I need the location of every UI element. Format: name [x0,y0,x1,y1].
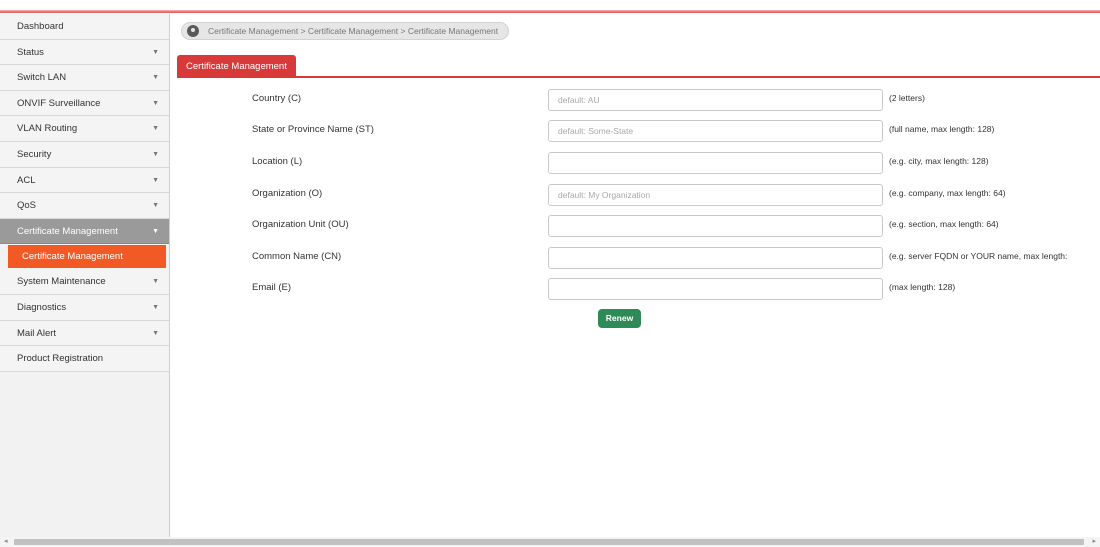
sidebar-item-mail-alert[interactable]: Mail Alert ▼ [0,320,169,347]
sidebar-item-qos[interactable]: QoS ▼ [0,193,169,219]
sidebar-item-label: Dashboard [17,21,64,32]
form-row-country: Country (C) (2 letters) [171,89,1100,115]
sidebar-item-onvif-surveillance[interactable]: ONVIF Surveillance ▼ [0,90,169,117]
sidebar-item-label: Status [17,46,44,58]
chevron-down-icon: ▼ [152,303,159,311]
tab-certificate-management[interactable]: Certificate Management [177,55,296,78]
scrollbar-thumb[interactable] [14,539,1084,545]
field-hint: (e.g. city, max length: 128) [889,156,989,166]
field-label: Common Name (CN) [252,251,342,262]
field-hint: (2 letters) [889,93,925,103]
organization-field[interactable] [548,184,883,206]
chevron-down-icon: ▼ [152,125,159,133]
form-row-organization: Organization (O) (e.g. company, max leng… [171,184,1100,210]
sidebar-item-label: ACL [17,174,36,186]
field-label: Location (L) [252,156,303,167]
common-name-field[interactable] [548,247,883,269]
state-field[interactable] [548,120,883,142]
main-content: Certificate Management > Certificate Man… [171,14,1100,538]
field-label: Email (E) [252,282,292,293]
sidebar-item-label: Product Registration [17,353,104,365]
sidebar-item-acl[interactable]: ACL ▼ [0,167,169,194]
field-hint: (e.g. section, max length: 64) [889,219,999,229]
field-hint: (e.g. server FQDN or YOUR name, max leng… [889,251,1068,261]
tab-underline [177,76,1100,78]
sidebar-item-diagnostics[interactable]: Diagnostics ▼ [0,294,169,321]
chevron-down-icon: ▼ [152,227,159,235]
breadcrumb: Certificate Management > Certificate Man… [181,22,510,40]
form-row-location: Location (L) (e.g. city, max length: 128… [171,152,1100,178]
sidebar-item-label: Security [17,148,52,160]
sidebar-item-system-maintenance[interactable]: System Maintenance ▼ [0,269,169,295]
horizontal-scrollbar[interactable]: ◂ ▸ [0,537,1100,547]
breadcrumb-text: Certificate Management > Certificate Man… [208,26,499,36]
sidebar-item-label: QoS [17,200,37,212]
form-row-common-name: Common Name (CN) (e.g. server FQDN or YO… [171,247,1100,273]
field-hint: (full name, max length: 128) [889,124,995,134]
sidebar-item-switch-lan[interactable]: Switch LAN ▼ [0,65,169,91]
chevron-down-icon: ▼ [152,278,159,286]
sidebar-item-label: Diagnostics [17,301,67,313]
email-field[interactable] [548,278,883,300]
field-label: Country (C) [252,93,302,104]
chevron-down-icon: ▼ [152,99,159,107]
field-hint: (e.g. company, max length: 64) [889,188,1006,198]
sidebar-item-security[interactable]: Security ▼ [0,141,169,168]
sidebar-item-label: Switch LAN [17,72,67,84]
chevron-down-icon: ▼ [152,74,159,82]
sidebar-item-label: ONVIF Surveillance [17,97,101,109]
chevron-down-icon: ▼ [152,176,159,184]
top-accent-line [0,10,1100,13]
chevron-down-icon: ▼ [152,202,159,210]
form-row-organization-unit: Organization Unit (OU) (e.g. section, ma… [171,215,1100,241]
chevron-down-icon: ▼ [152,48,159,56]
sidebar-item-label: VLAN Routing [17,123,78,135]
field-label: Organization Unit (OU) [252,219,349,230]
sidebar-item-vlan-routing[interactable]: VLAN Routing ▼ [0,116,169,142]
organization-unit-field[interactable] [548,215,883,237]
sidebar-item-product-registration[interactable]: Product Registration [0,346,169,372]
sidebar-item-certificate-management[interactable]: Certificate Management ▼ [0,218,169,245]
scroll-right-icon[interactable]: ▸ [1092,537,1096,547]
sidebar-subitem-certificate-management[interactable]: Certificate Management [8,245,166,269]
form-row-state: State or Province Name (ST) (full name, … [171,120,1100,146]
sidebar-item-label: Certificate Management [17,225,118,237]
sidebar: Dashboard Status ▼ Switch LAN ▼ ONVIF Su… [0,14,170,538]
location-pin-icon [187,25,199,37]
location-field[interactable] [548,152,883,174]
field-label: State or Province Name (ST) [252,124,374,135]
sidebar-item-label: System Maintenance [17,276,106,288]
field-hint: (max length: 128) [889,282,956,292]
renew-button[interactable]: Renew [598,309,641,328]
form-row-email: Email (E) (max length: 128) [171,278,1100,304]
top-bar [0,0,1100,14]
field-label: Organization (O) [252,188,323,199]
chevron-down-icon: ▼ [152,150,159,158]
scroll-left-icon[interactable]: ◂ [4,537,8,547]
country-field[interactable] [548,89,883,111]
chevron-down-icon: ▼ [152,329,159,337]
sidebar-item-dashboard[interactable]: Dashboard [0,14,169,40]
sidebar-item-label: Mail Alert [17,327,57,339]
sidebar-item-status[interactable]: Status ▼ [0,39,169,66]
